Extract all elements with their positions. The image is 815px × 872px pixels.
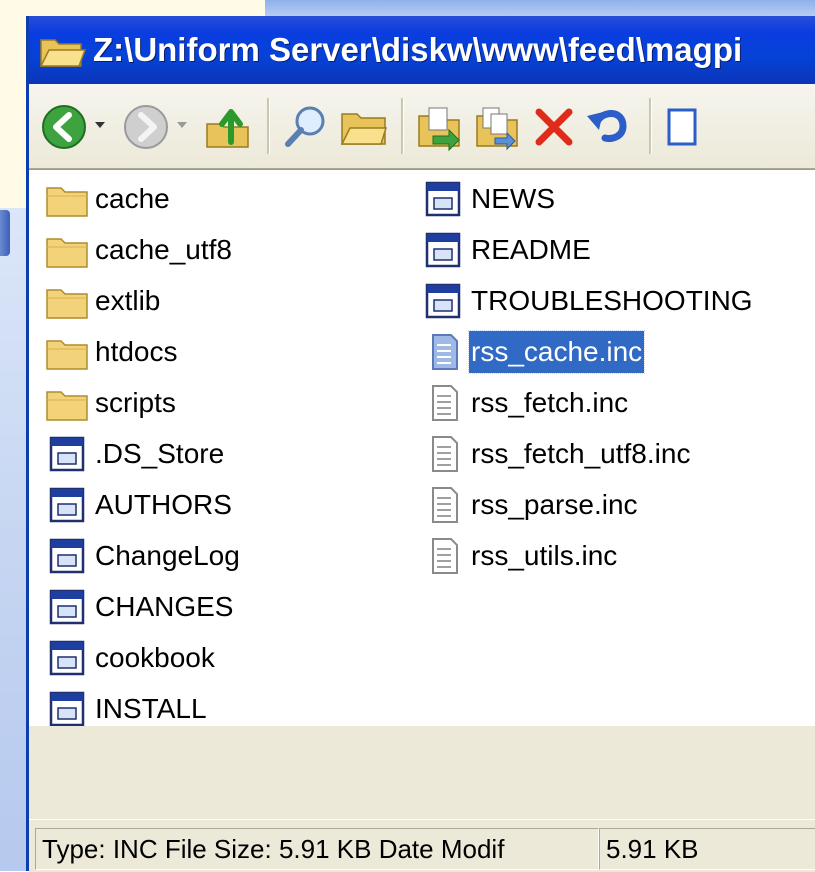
desktop-background: [0, 16, 26, 208]
forward-arrow-icon: [124, 105, 168, 149]
delete-button[interactable]: [529, 102, 579, 152]
toolbar: [29, 84, 815, 169]
item-label: ChangeLog: [95, 540, 240, 571]
item-label: NEWS: [471, 183, 555, 214]
folders-button[interactable]: [339, 102, 389, 152]
item-label: rss_fetch_utf8.inc: [471, 438, 691, 469]
chevron-down-icon: [177, 122, 187, 128]
move-to-button[interactable]: [415, 102, 465, 152]
item-label: rss_cache.inc: [467, 330, 646, 374]
item-label: rss_utils.inc: [471, 540, 618, 571]
desktop-background: [265, 0, 815, 16]
status-details: Type: INC File Size: 5.91 KB Date Modif: [35, 828, 599, 870]
copy-to-icon: [476, 107, 518, 151]
text-file-icon: [432, 538, 458, 574]
item-label: extlib: [95, 285, 161, 316]
undo-icon: [587, 110, 627, 142]
toolbar-separator: [401, 98, 404, 154]
up-folder-button[interactable]: [203, 102, 253, 152]
app-file-icon: [425, 232, 461, 268]
item-label: AUTHORS: [95, 489, 232, 520]
item-label: htdocs: [95, 336, 178, 367]
app-file-icon: [49, 640, 85, 676]
delete-icon: [535, 108, 573, 146]
item-label: README: [471, 234, 591, 265]
text-file-icon: [432, 385, 458, 421]
window-title: Z:\Uniform Server\diskw\www\feed\magpi: [93, 31, 743, 68]
up-folder-icon: [206, 109, 249, 148]
app-file-icon: [425, 283, 461, 319]
folders-icon: [340, 113, 388, 145]
folder-icon: [46, 391, 88, 421]
item-label: rss_fetch.inc: [471, 387, 629, 418]
item-label: cache: [95, 183, 170, 214]
file-list: cache cache_utf8 extlib htdocs scripts .…: [29, 169, 815, 727]
status-size: 5.91 KB: [599, 828, 815, 870]
item-label: cookbook: [95, 642, 215, 673]
undo-button[interactable]: [583, 102, 633, 152]
forward-button[interactable]: [121, 102, 171, 152]
search-button[interactable]: [281, 102, 331, 152]
item-label: scripts: [95, 387, 176, 418]
explorer-window: Z:\Uniform Server\diskw\www\feed\magpi c…: [26, 16, 815, 872]
desktop-partial-icon: [0, 210, 10, 256]
move-to-icon: [418, 107, 460, 152]
item-label: INSTALL: [95, 693, 207, 724]
folder-open-icon: [39, 39, 87, 67]
text-file-icon: [432, 487, 458, 523]
item-label: CHANGES: [95, 591, 234, 622]
app-file-icon: [425, 181, 461, 217]
forward-dropdown[interactable]: [175, 118, 189, 168]
toolbar-separator: [267, 98, 270, 154]
desktop-background: [0, 0, 265, 16]
app-file-icon: [49, 487, 85, 523]
item-label: .DS_Store: [95, 438, 225, 469]
app-file-icon: [49, 538, 85, 574]
status-bar: Type: INC File Size: 5.91 KB Date Modif …: [29, 819, 815, 872]
search-icon: [285, 106, 325, 147]
back-dropdown[interactable]: [93, 118, 107, 168]
app-file-icon: [49, 691, 85, 727]
copy-to-button[interactable]: [473, 102, 523, 152]
text-file-icon: [432, 436, 458, 472]
item-label: TROUBLESHOOTING: [471, 285, 753, 316]
desktop-background: [0, 208, 26, 871]
views-button[interactable]: [663, 102, 703, 152]
back-arrow-icon: [42, 105, 86, 149]
app-file-icon: [49, 436, 85, 472]
app-file-icon: [49, 589, 85, 625]
folder-icon: [46, 238, 88, 268]
chevron-down-icon: [95, 122, 105, 128]
folder-icon: [46, 289, 88, 319]
folder-icon: [46, 187, 88, 217]
item-label: rss_parse.inc: [471, 489, 638, 520]
window-body-empty: [29, 726, 815, 818]
item-label: cache_utf8: [95, 234, 232, 265]
title-bar[interactable]: Z:\Uniform Server\diskw\www\feed\magpi: [29, 16, 815, 84]
back-button[interactable]: [39, 102, 89, 152]
folder-icon: [46, 340, 88, 370]
toolbar-separator: [649, 98, 652, 154]
views-icon: [667, 108, 697, 146]
text-file-icon: [432, 334, 458, 370]
